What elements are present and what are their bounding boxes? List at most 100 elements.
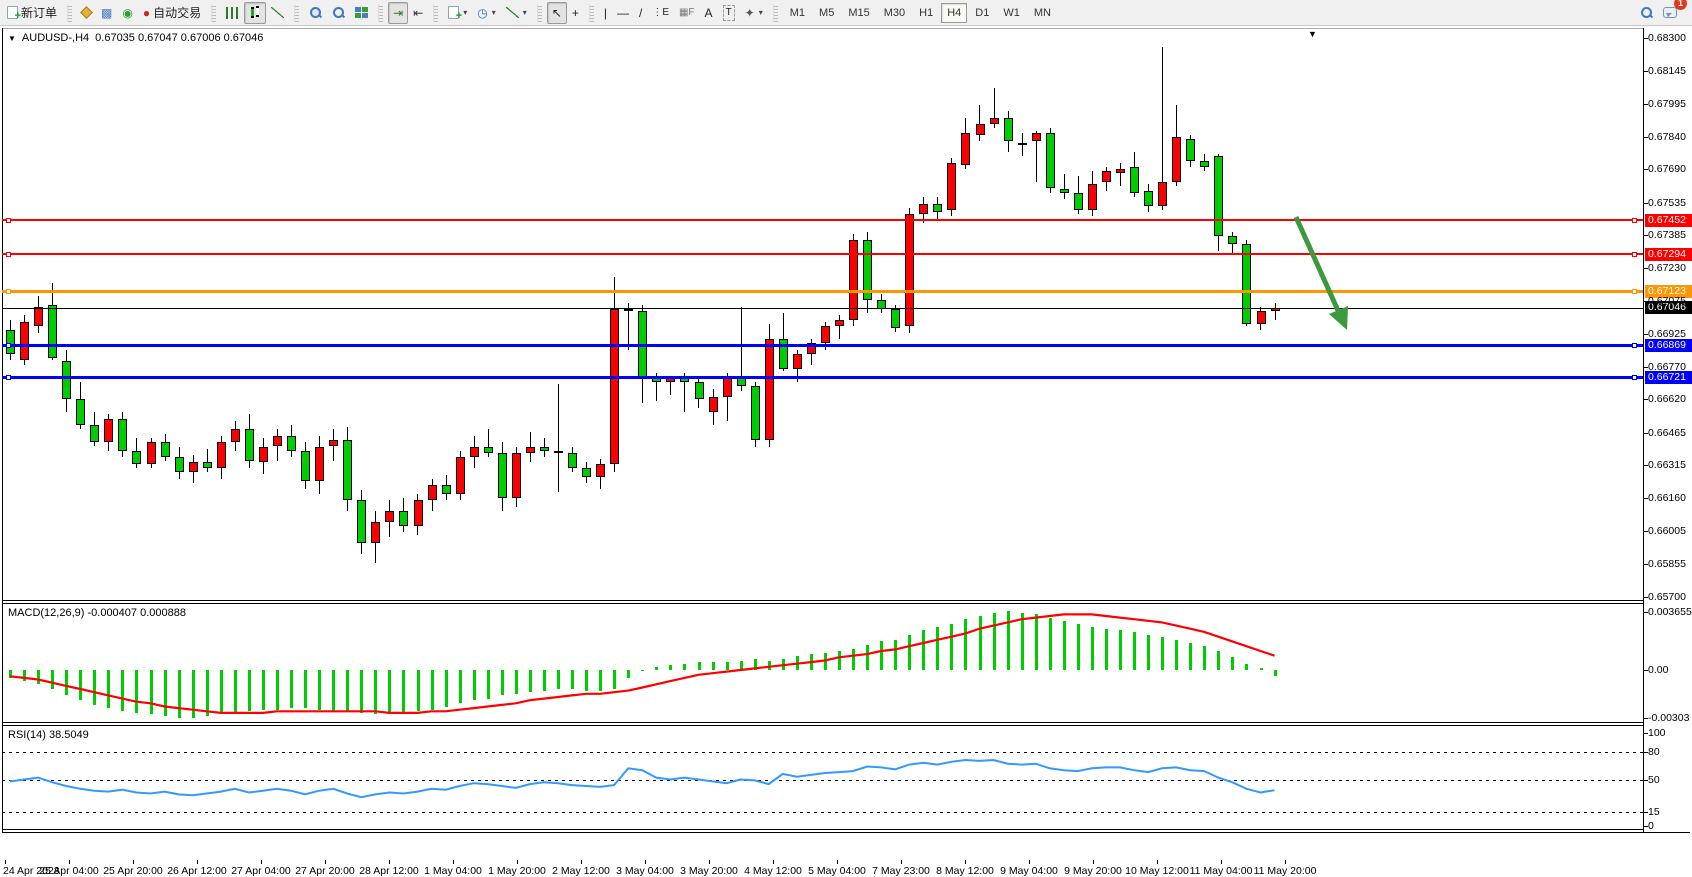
time-tick-label: 10 May 12:00 xyxy=(1125,865,1189,877)
macd-histogram-bar xyxy=(248,670,251,711)
horizontal-level-line[interactable] xyxy=(2,290,1643,293)
horizontal-line-button[interactable]: — xyxy=(612,2,634,24)
fibonacci-icon: ⋮E xyxy=(652,6,669,20)
fibonacci-button[interactable]: ⋮E xyxy=(647,2,674,24)
line-handle[interactable] xyxy=(1632,218,1637,223)
price-tick-label: 0.67840 xyxy=(1648,132,1692,143)
notifications-button[interactable]: 1 xyxy=(1658,2,1682,24)
periods-button[interactable]: ◷ ▾ xyxy=(472,2,501,24)
rsi-tick-label: 100 xyxy=(1648,728,1692,739)
chart-collapse-icon[interactable]: ▼ xyxy=(8,34,16,43)
timeframe-h4-button[interactable]: H4 xyxy=(941,3,967,23)
line-handle[interactable] xyxy=(6,252,11,257)
candle-down xyxy=(751,386,760,440)
macd-histogram-bar xyxy=(93,670,96,705)
timeframe-h1-button[interactable]: H1 xyxy=(913,3,939,23)
timeframe-m30-button[interactable]: M30 xyxy=(878,3,911,23)
chart-shift-button[interactable]: ⇤ xyxy=(408,2,428,24)
market-watch-icon xyxy=(80,6,93,19)
candle-up xyxy=(765,339,774,440)
macd-histogram-bar xyxy=(107,670,110,708)
macd-histogram-bar xyxy=(1217,651,1220,670)
tile-windows-button[interactable] xyxy=(350,2,373,24)
macd-histogram-bar xyxy=(993,613,996,670)
macd-tick-label: -0.00303 xyxy=(1648,713,1692,724)
fibo-grid-button[interactable]: ▦F xyxy=(674,2,700,24)
chart-shift-icon: ⇤ xyxy=(413,6,423,20)
line-handle[interactable] xyxy=(6,343,11,348)
auto-scroll-button[interactable]: ⇥ xyxy=(388,2,408,24)
time-tick-label: 3 May 04:00 xyxy=(616,865,674,877)
candle-up xyxy=(217,442,226,468)
macd-histogram-bar xyxy=(290,670,293,708)
indicators-button[interactable]: ▾ xyxy=(443,2,472,24)
candle-up xyxy=(1088,184,1097,210)
market-watch-button[interactable] xyxy=(77,2,96,24)
zoom-in-button[interactable] xyxy=(304,2,327,24)
horizontal-level-line[interactable] xyxy=(2,219,1643,221)
macd-histogram-bar xyxy=(543,670,546,691)
macd-histogram-bar xyxy=(1133,632,1136,670)
trendline-button[interactable]: / xyxy=(634,2,647,24)
candle-wick xyxy=(1120,163,1121,187)
signals-button[interactable]: ◉ xyxy=(117,2,137,24)
crosshair-button[interactable]: + xyxy=(567,2,584,24)
toolbar-separator xyxy=(67,4,72,22)
timeframe-m1-button[interactable]: M1 xyxy=(784,3,811,23)
candle-down xyxy=(540,447,549,451)
text-label-icon: T xyxy=(723,5,735,21)
search-button[interactable] xyxy=(1635,2,1658,24)
macd-histogram-bar xyxy=(1091,627,1094,670)
candlestick-chart-button[interactable] xyxy=(244,2,266,24)
templates-button[interactable]: ▾ xyxy=(501,2,532,24)
text-label-button[interactable]: T xyxy=(718,2,740,24)
line-handle[interactable] xyxy=(6,289,11,294)
candle-up xyxy=(990,118,999,124)
macd-histogram-bar xyxy=(922,630,925,670)
timeframe-w1-button[interactable]: W1 xyxy=(997,3,1026,23)
horizontal-level-line[interactable] xyxy=(2,376,1643,379)
zoom-out-button[interactable] xyxy=(327,2,350,24)
arrows-icon: ✦ xyxy=(745,6,755,20)
dropdown-arrow-icon: ▾ xyxy=(523,8,527,17)
line-handle[interactable] xyxy=(6,218,11,223)
trend-arrow-line[interactable] xyxy=(1296,217,1340,315)
line-chart-button[interactable] xyxy=(266,2,289,24)
macd-histogram-bar xyxy=(641,670,644,671)
timeframe-d1-button[interactable]: D1 xyxy=(969,3,995,23)
new-order-button[interactable]: 新订单 xyxy=(2,2,62,24)
auto-scroll-icon: ⇥ xyxy=(393,6,403,20)
horizontal-level-line[interactable] xyxy=(2,344,1643,347)
chart-window[interactable]: ▼ AUDUSD-,H4 0.67035 0.67047 0.67006 0.6… xyxy=(0,27,1692,857)
vertical-line-button[interactable]: | xyxy=(599,2,612,24)
line-handle[interactable] xyxy=(1632,252,1637,257)
macd-label: MACD(12,26,9) -0.000407 0.000888 xyxy=(8,607,186,619)
toolbar-separator xyxy=(773,4,778,22)
horizontal-level-line[interactable] xyxy=(2,253,1643,255)
candle-down xyxy=(1046,133,1055,189)
macd-histogram-bar xyxy=(135,670,138,713)
timeframe-m15-button[interactable]: M15 xyxy=(842,3,875,23)
line-handle[interactable] xyxy=(1632,343,1637,348)
candle-up xyxy=(329,440,338,446)
macd-histogram-bar xyxy=(206,670,209,716)
candle-up xyxy=(1102,171,1111,182)
timeframe-m5-button[interactable]: M5 xyxy=(813,3,840,23)
line-handle[interactable] xyxy=(6,375,11,380)
rsi-level-line xyxy=(2,812,1643,813)
auto-trading-button[interactable]: ● 自动交易 xyxy=(138,2,206,24)
macd-histogram-bar xyxy=(276,670,279,710)
macd-histogram-bar xyxy=(1245,664,1248,670)
chart-shift-marker[interactable]: ▼ xyxy=(1308,29,1317,39)
macd-histogram-bar xyxy=(866,645,869,670)
line-handle[interactable] xyxy=(1632,289,1637,294)
line-handle[interactable] xyxy=(1632,375,1637,380)
timeframe-mn-button[interactable]: MN xyxy=(1028,3,1057,23)
data-window-button[interactable]: ▩ xyxy=(96,2,117,24)
macd-histogram-bar xyxy=(908,635,911,670)
text-button[interactable]: A xyxy=(700,2,718,24)
bar-chart-button[interactable] xyxy=(221,2,244,24)
arrows-button[interactable]: ✦ ▾ xyxy=(740,2,768,24)
macd-histogram-bar xyxy=(346,670,349,711)
cursor-button[interactable]: ↖ xyxy=(547,2,567,24)
